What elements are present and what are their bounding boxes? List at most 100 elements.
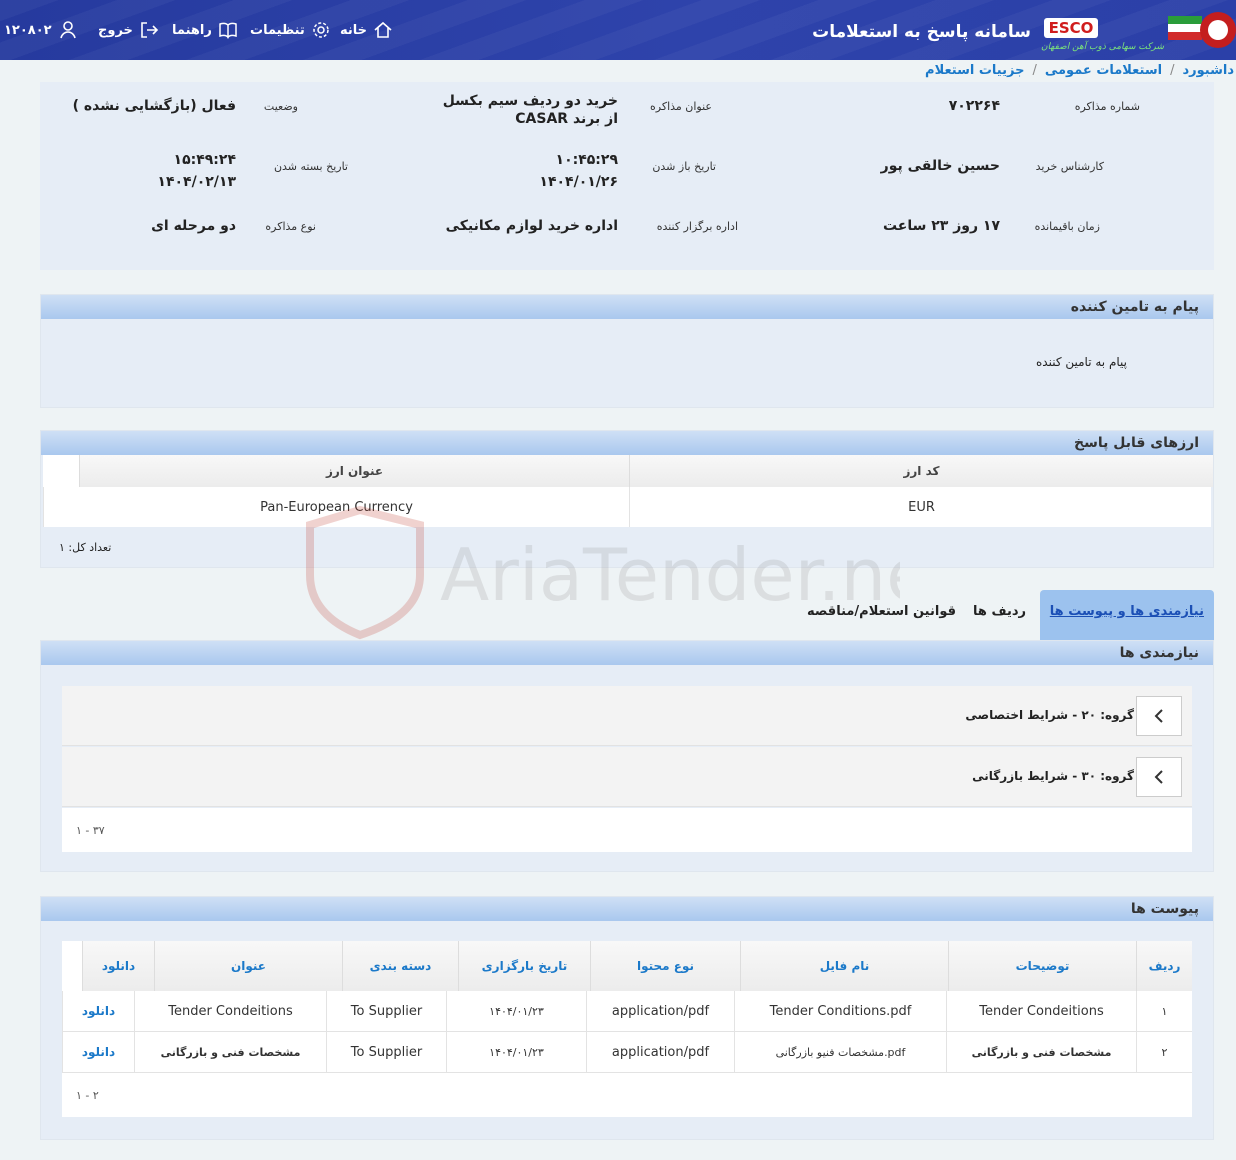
expand-group-button[interactable] (1136, 696, 1182, 736)
attachment-filename-cell: Tender Conditions.pdf (734, 991, 946, 1031)
column-header-upload-date[interactable]: تاریخ بارگزاری (458, 941, 590, 991)
breadcrumb-separator: / (1032, 62, 1037, 78)
attachment-title-cell: Tender Condeitions (134, 991, 326, 1031)
guide-button[interactable]: راهنما (172, 0, 238, 60)
requirement-group-row[interactable]: گروه: ۲۰ - شرایط اختصاصی (62, 686, 1192, 746)
breadcrumb-dashboard[interactable]: داشبورد (1182, 63, 1234, 78)
buyer-value: حسین خالقی پور (880, 158, 1000, 174)
open-date-value: ۱۴۰۴/۰۱/۲۶ (539, 174, 618, 190)
status-value: فعال (بازگشایی نشده ) (72, 98, 236, 114)
download-link[interactable]: دانلود (62, 1032, 134, 1072)
logout-label: خروج (98, 22, 133, 38)
currency-title: ارزهای قابل پاسخ (41, 431, 1213, 455)
inquiry-info-panel: شماره مذاکره ۷۰۲۲۶۴ عنوان مذاکره خرید دو… (40, 82, 1214, 270)
gear-icon (313, 22, 329, 38)
column-header-download[interactable]: دانلود (82, 941, 154, 991)
settings-label: تنظیمات (250, 22, 305, 38)
breadcrumb-inquiry-details[interactable]: جزییات استعلام (925, 63, 1024, 78)
app-title: سامانه پاسخ به استعلامات (812, 22, 1031, 42)
attachments-table: دانلود عنوان دسته بندی تاریخ بارگزاری نو… (62, 941, 1192, 1117)
attachment-row-number: ۱ (1136, 991, 1192, 1031)
user-menu[interactable]: ۱۲۰۸۰۲ (4, 0, 78, 60)
requirements-title: نیازمندی ها (41, 641, 1213, 665)
attachment-type-cell: application/pdf (586, 991, 734, 1031)
column-header-file-name[interactable]: نام فایل (740, 941, 948, 991)
attachment-date-cell: ۱۴۰۴/۰۱/۲۳ (446, 991, 586, 1031)
currency-code-cell: EUR (629, 487, 1213, 527)
top-bar: ۱۲۰۸۰۲ خروج راهنما تنظیمات خانه سامانه پ… (0, 0, 1236, 60)
organizer-label: اداره برگزار کننده (656, 220, 738, 233)
column-header-title[interactable]: عنوان (154, 941, 342, 991)
settings-button[interactable]: تنظیمات (250, 0, 331, 60)
home-label: خانه (340, 22, 368, 38)
guide-label: راهنما (172, 22, 212, 38)
open-time-value: ۱۰:۴۵:۲۹ (555, 152, 618, 168)
logout-icon (141, 22, 159, 38)
remaining-label: زمان باقیمانده (1034, 220, 1100, 233)
expand-group-button[interactable] (1136, 757, 1182, 797)
currency-title-cell: Pan-European Currency (43, 487, 629, 527)
breadcrumb: داشبورد / استعلامات عمومی / جزییات استعل… (925, 60, 1234, 80)
attachments-title: پیوست ها (41, 897, 1213, 921)
organizer-value: اداره خرید لوازم مکانیکی (445, 218, 618, 234)
attachment-description-cell: Tender Condeitions (946, 991, 1136, 1031)
open-date-label: تاریخ باز شدن (652, 160, 716, 173)
details-tabs: نیازمندی ها و پیوست ها ردیف ها قوانین اس… (40, 590, 1214, 640)
column-header[interactable]: کد ارز (629, 455, 1213, 487)
status-label: وضعیت (263, 100, 298, 113)
supplier-message-panel: پیام به تامین کننده پیام به تامین کننده (40, 294, 1214, 408)
supplier-message-title: پیام به تامین کننده (41, 295, 1213, 319)
tab-rows[interactable]: ردیف ها (973, 604, 1026, 619)
attachment-filename-cell: مشخصات فنیو بازرگانی.pdf (734, 1032, 946, 1072)
breadcrumb-separator: / (1170, 62, 1175, 78)
book-icon (219, 22, 237, 39)
download-link[interactable]: دانلود (62, 991, 134, 1031)
home-icon (374, 21, 392, 38)
currency-total: تعداد کل: ۱ (59, 541, 112, 554)
attachment-type-cell: application/pdf (586, 1032, 734, 1072)
column-header-content-type[interactable]: نوع محتوا (590, 941, 740, 991)
attachment-category-cell: To Supplier (326, 991, 446, 1031)
home-button[interactable]: خانه (340, 0, 393, 60)
type-label: نوع مذاکره (265, 220, 316, 233)
attachments-pager-text: ۱ - ۲ (76, 1089, 99, 1102)
remaining-value: ۱۷ روز ۲۳ ساعت (882, 218, 1000, 234)
column-header-category[interactable]: دسته بندی (342, 941, 458, 991)
chevron-left-icon (1154, 770, 1163, 784)
currency-panel: ارزهای قابل پاسخ عنوان ارز کد ارز Pan-Eu… (40, 430, 1214, 568)
column-header-description[interactable]: توضیحات (948, 941, 1136, 991)
brand-subtitle: شرکت سهامی ذوب آهن اصفهان (1041, 42, 1164, 52)
logout-button[interactable]: خروج (98, 0, 159, 60)
requirement-group-label: گروه: ۳۰ - شرایط بازرگانی (972, 769, 1134, 783)
number-label: شماره مذاکره (1074, 100, 1140, 113)
breadcrumb-public-inquiries[interactable]: استعلامات عمومی (1045, 63, 1162, 78)
attachment-title-cell: مشخصات فنی و بازرگانی (134, 1032, 326, 1072)
attachment-category-cell: To Supplier (326, 1032, 446, 1072)
supplier-message-label: پیام به تامین کننده (1036, 355, 1127, 369)
currency-table: عنوان ارز کد ارز Pan-European Currency E… (43, 455, 1213, 527)
type-value: دو مرحله ای (151, 218, 236, 234)
close-time-value: ۱۵:۴۹:۲۴ (173, 152, 236, 168)
number-value: ۷۰۲۲۶۴ (948, 98, 1000, 114)
subject-value: خرید دو ردیف سیم بکسل از برند CASAR (442, 93, 618, 127)
tab-requirements-attachments[interactable]: نیازمندی ها و پیوست ها (1039, 590, 1214, 640)
column-header[interactable]: عنوان ارز (79, 455, 629, 487)
chevron-left-icon (1154, 709, 1163, 723)
close-date-value: ۱۴۰۴/۰۲/۱۳ (157, 174, 236, 190)
brand-logo-text: ESCO (1044, 18, 1098, 38)
requirements-pager: ۱ - ۳۷ (62, 808, 1192, 852)
tab-rules[interactable]: قوانین استعلام/مناقصه (807, 604, 956, 619)
company-logo (1168, 12, 1236, 48)
user-id: ۱۲۰۸۰۲ (4, 22, 52, 38)
buyer-label: کارشناس خرید (1035, 160, 1104, 173)
user-icon (59, 21, 76, 39)
column-header-row[interactable]: ردیف (1136, 941, 1192, 991)
subject-label: عنوان مذاکره (650, 100, 712, 113)
attachment-description-cell: مشخصات فنی و بازرگانی (946, 1032, 1136, 1072)
requirements-pager-text: ۱ - ۳۷ (76, 824, 105, 837)
requirement-group-label: گروه: ۲۰ - شرایط اختصاصی (965, 708, 1134, 722)
table-divider (62, 1072, 1192, 1073)
close-date-label: تاریخ بسته شدن (273, 160, 348, 173)
attachment-row-number: ۲ (1136, 1032, 1192, 1072)
requirement-group-row[interactable]: گروه: ۳۰ - شرایط بازرگانی (62, 747, 1192, 807)
